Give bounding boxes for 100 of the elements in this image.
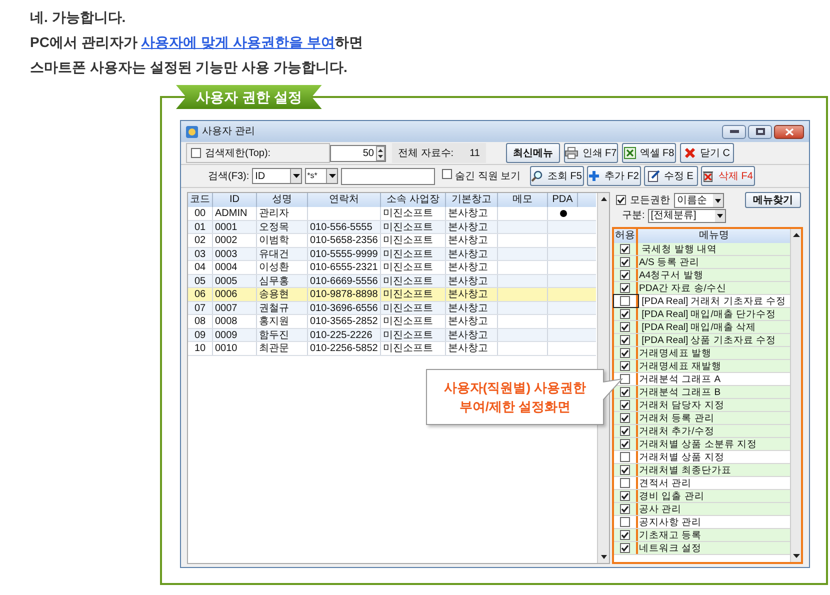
menu-row[interactable]: 기초재고 등록	[614, 529, 790, 542]
checkbox[interactable]	[620, 309, 630, 319]
table-cell: 미진소프트	[383, 262, 433, 273]
menu-row[interactable]: 네트워크 설정	[614, 542, 790, 555]
table-row[interactable]: 05 0005 심무홍 010-6669-5556 미진소프트 본사창고	[188, 274, 596, 288]
scrollbar[interactable]	[790, 229, 801, 562]
table-cell: 송용현	[259, 289, 289, 300]
menu-row[interactable]: [PDA Real] 상품 기초자료 수정	[614, 334, 790, 347]
menu-name: 거래분석 그래프 B	[638, 386, 721, 398]
menu-row[interactable]: PDA간 자료 송/수신	[614, 282, 790, 295]
close-button[interactable]: 닫기 C	[680, 143, 734, 163]
add-button[interactable]: 추가 F2	[586, 166, 641, 186]
plus-icon	[588, 170, 600, 182]
menu-row[interactable]: [PDA Real] 거래처 기초자료 수정	[614, 295, 790, 308]
menu-row[interactable]: [PDA Real] 매입/매출 삭제	[614, 321, 790, 334]
table-row[interactable]: 06 0006 송용현 010-9878-8898 미진소프트 본사창고	[188, 288, 596, 302]
table-row[interactable]: 02 0002 이범학 010-5658-2356 미진소프트 본사창고	[188, 234, 596, 248]
table-row[interactable]: 10 0010 최관문 010-2256-5852 미진소프트 본사창고	[188, 342, 596, 356]
table-row[interactable]: 00 ADMIN 관리자 미진소프트 본사창고	[188, 207, 596, 220]
search-field-select[interactable]: ID	[252, 168, 302, 184]
operator-select[interactable]: *s*	[305, 168, 338, 184]
menu-row[interactable]: A4청구서 발행	[614, 269, 790, 282]
menu-row[interactable]: A/S 등록 관리	[614, 256, 790, 269]
menu-row[interactable]: 국세청 발행 내역	[614, 243, 790, 256]
category-select[interactable]: [전체분류]	[648, 208, 726, 222]
checkbox[interactable]	[620, 244, 630, 254]
delete-button[interactable]: 삭제 F4	[700, 166, 755, 186]
checkbox[interactable]	[620, 361, 630, 371]
checkbox[interactable]	[620, 400, 630, 410]
excel-button[interactable]: 엑셀 F8	[622, 143, 676, 163]
checkbox[interactable]	[620, 530, 630, 540]
menu-row[interactable]: 견적서 관리	[614, 477, 790, 490]
table-row[interactable]: 08 0008 홍지원 010-3565-2852 미진소프트 본사창고	[188, 315, 596, 328]
maximize-button[interactable]	[748, 124, 772, 138]
checkbox[interactable]	[620, 413, 630, 423]
checkbox[interactable]	[620, 478, 630, 488]
table-row[interactable]: 04 0004 이성환 010-6555-2321 미진소프트 본사창고	[188, 261, 596, 274]
checkbox[interactable]	[616, 195, 626, 205]
table-row[interactable]: 07 0007 권철규 010-3696-6556 미진소프트 본사창고	[188, 302, 596, 315]
permission-link[interactable]: 사용자에 맞게 사용권한을 부여	[141, 34, 335, 50]
checkbox[interactable]	[620, 465, 630, 475]
menu-row[interactable]: 거래처 추가/수정	[614, 425, 790, 438]
close-button[interactable]	[774, 124, 804, 138]
table-cell: 본사창고	[448, 248, 488, 260]
edit-button[interactable]: 수정 E	[644, 166, 698, 186]
search-input[interactable]	[341, 168, 436, 184]
callout-text: 사용자(직원별) 사용권한 부여/제한 설정화면	[444, 379, 586, 416]
find-menu-button[interactable]: 메뉴찾기	[745, 192, 801, 208]
menu-name: 거래분석 그래프 A	[638, 373, 721, 385]
table-cell: 함두진	[259, 330, 289, 340]
menu-row[interactable]: 공사 관리	[614, 503, 790, 516]
print-button[interactable]: 인쇄 F7	[564, 143, 618, 163]
checkbox[interactable]	[620, 335, 630, 345]
menu-row[interactable]: 경비 입출 관리	[614, 490, 790, 503]
menu-row[interactable]: 공지사항 관리	[614, 516, 790, 529]
checkbox[interactable]	[620, 257, 630, 267]
table-cell: 미진소프트	[383, 222, 433, 232]
menu-row[interactable]: 거래명세표 재발행	[614, 360, 790, 373]
checkbox[interactable]	[620, 322, 630, 332]
search-button[interactable]: 조회 F5	[530, 166, 584, 186]
table-row[interactable]: 09 0009 함두진 010-225-2226 미진소프트 본사창고	[188, 328, 596, 342]
table-cell: ADMIN	[215, 208, 248, 219]
dropdown-icon	[713, 194, 723, 206]
table-cell: 010-6669-5556	[310, 276, 378, 286]
checkbox[interactable]	[620, 504, 630, 514]
menu-row[interactable]: 거래처별 상품 지정	[614, 451, 790, 464]
refresh-menu-button[interactable]: 최신메뉴	[506, 143, 560, 163]
checkbox[interactable]	[620, 452, 630, 462]
sort-select[interactable]: 이름순	[674, 192, 724, 208]
checkbox[interactable]	[620, 283, 630, 293]
menu-name: 공사 관리	[638, 503, 682, 515]
trash-icon	[702, 170, 714, 182]
menu-row[interactable]: 거래처 담당자 지정	[614, 399, 790, 412]
table-cell: 본사창고	[448, 302, 488, 314]
minimize-button[interactable]	[722, 124, 746, 138]
section-ribbon: 사용자 권한 설정	[176, 85, 322, 109]
menu-row[interactable]: 거래명세표 발행	[614, 347, 790, 360]
checkbox[interactable]	[620, 296, 630, 306]
menu-row[interactable]: 거래처별 상품 소분류 지정	[614, 438, 790, 451]
checkbox[interactable]	[620, 543, 630, 553]
top-limit-field[interactable]: 50	[330, 144, 386, 162]
checkbox[interactable]	[191, 148, 201, 158]
menu-row[interactable]: 거래처 등록 관리	[614, 412, 790, 425]
checkbox[interactable]	[620, 270, 630, 280]
checkbox[interactable]	[620, 491, 630, 501]
column-header[interactable]: 메뉴명	[638, 229, 790, 243]
top-limit-label: 검색제한(Top):	[205, 146, 271, 160]
checkbox[interactable]	[620, 348, 630, 358]
menu-row[interactable]: [PDA Real] 매입/매출 단가수정	[614, 308, 790, 321]
checkbox[interactable]	[620, 439, 630, 449]
table-row[interactable]: 03 0003 유대건 010-5555-9999 미진소프트 본사창고	[188, 248, 596, 261]
table-row[interactable]: 01 0001 오정목 010-556-5555 미진소프트 본사창고	[188, 220, 596, 234]
menu-row[interactable]: 거래분석 그래프 B	[614, 386, 790, 399]
menu-row[interactable]: 거래처별 최종단가표	[614, 464, 790, 477]
checkbox[interactable]	[620, 374, 630, 384]
checkbox[interactable]	[620, 387, 630, 397]
checkbox[interactable]	[620, 426, 630, 436]
spinner-icon[interactable]	[376, 146, 385, 160]
checkbox[interactable]	[442, 168, 452, 178]
checkbox[interactable]	[620, 517, 630, 527]
